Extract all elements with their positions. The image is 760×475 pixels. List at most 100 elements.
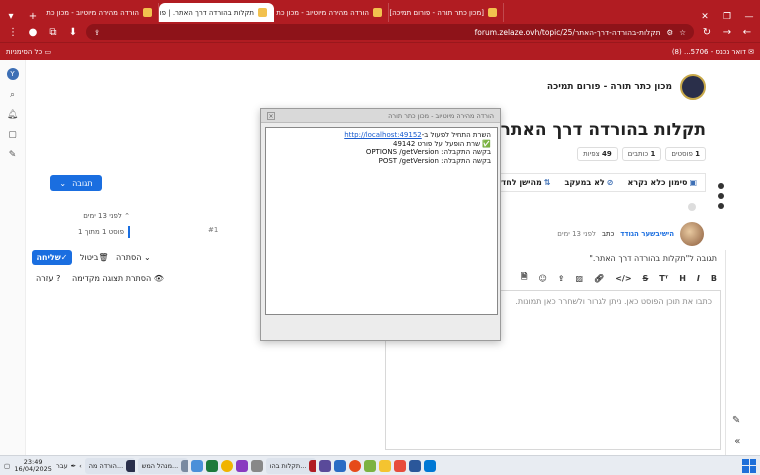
site-title[interactable]: מכון כתר תורה - פורום תמיכה (547, 82, 672, 92)
share-icon[interactable]: ⇪ (94, 28, 100, 37)
profile-icon[interactable]: ● (26, 27, 40, 38)
tab-search-icon[interactable]: ▾ (0, 11, 22, 22)
compose-icon[interactable]: ✎ (9, 150, 17, 160)
tab-label: הורדה מהירה מיוטיוב - מכון כת (46, 8, 139, 17)
chevron-down-icon: ⌄ (141, 253, 151, 262)
post-number[interactable]: #1 (208, 226, 218, 234)
back-icon[interactable]: ← (740, 27, 754, 38)
sun-icon[interactable] (220, 459, 233, 472)
droplet-icon[interactable] (235, 459, 248, 472)
edit-pen-icon[interactable]: ✎ (732, 415, 740, 426)
user-avatar[interactable]: Y (6, 68, 19, 80)
more-options-icon[interactable] (718, 183, 724, 209)
site-logo[interactable] (680, 74, 706, 100)
reader-icon[interactable] (318, 459, 331, 472)
reply-button[interactable]: תגובה ⌄ (50, 175, 102, 191)
maximize-icon[interactable]: ❐ (716, 12, 738, 22)
link-icon[interactable]: 🔗︎ (594, 274, 604, 283)
pen-icon[interactable]: ✒ (71, 462, 76, 470)
log-line: ✅ שרת הופעל על פורט 49142 (393, 139, 491, 148)
folder-icon: ▭ (42, 47, 52, 56)
expand-icon[interactable]: » (732, 436, 740, 447)
windows-taskbar: ▢ 23:49 16/04/2025 עבר ✒ ‹ הורדה מה... מ… (0, 455, 760, 475)
bold-icon[interactable]: B (711, 274, 717, 283)
code-icon[interactable]: </> (615, 274, 631, 283)
word-icon[interactable] (408, 459, 421, 472)
composer-title: תגובה ל"תקלות בהורדה דרך האתר." (589, 254, 717, 263)
media-icon[interactable] (333, 459, 346, 472)
all-bookmarks[interactable]: ▭ כל הסימניות (6, 48, 51, 56)
tab-youtube-download-2[interactable]: הורדה מהירה מיוטיוב - מכון כת × (274, 3, 389, 22)
hide-composer-button[interactable]: ⌄ הסתרה (116, 253, 151, 262)
show-desktop-icon[interactable]: ▢ (4, 462, 10, 470)
site-info-icon[interactable]: ⚙ (667, 28, 674, 37)
italic-icon[interactable]: I (697, 274, 700, 283)
url-field[interactable]: ⇪ forum.zelaze.ovh/topic/25/תקלות-בהורדה… (86, 24, 694, 40)
taskbar-app-browser[interactable]: תקלות בהו... (265, 457, 316, 474)
post-time[interactable]: לפני 13 ימים (557, 230, 596, 238)
search-icon[interactable]: ⌕ (10, 90, 15, 100)
timeline-bar (128, 226, 131, 238)
mail-icon: ✉ (745, 47, 754, 56)
weather-icon[interactable] (190, 459, 203, 472)
attach-file-icon[interactable]: 🗎 (521, 271, 527, 285)
app-popup-window[interactable]: הורדה מהירה מיוטיוב - מכון כתר תורה × הש… (260, 108, 501, 341)
new-tab-button[interactable]: + (22, 11, 44, 22)
editor-placeholder: כתבו את תוכן הפוסט כאן. ניתן לגרור ולשחר… (515, 297, 712, 306)
mail-app-icon[interactable] (423, 459, 436, 472)
downloads-icon[interactable]: ⬇ (66, 27, 80, 38)
system-clock[interactable]: 23:49 16/04/2025 (13, 458, 53, 473)
bookmark-star-icon[interactable]: ☆ (679, 28, 686, 37)
files-icon[interactable] (378, 459, 391, 472)
notifications-icon[interactable]: 🔔︎ (7, 110, 18, 120)
tab-youtube-download-1[interactable]: הורדה מהירה מיוטיוב - מכון כת × (44, 3, 159, 22)
send-button[interactable]: ✓ שליחה (32, 250, 72, 265)
chat-icon[interactable]: ▢ (8, 130, 17, 140)
author-avatar[interactable] (680, 222, 704, 246)
emoji-icon[interactable]: ☺ (538, 274, 546, 283)
localhost-link[interactable]: http://localhost:49152 (344, 131, 422, 139)
excel-icon[interactable] (205, 459, 218, 472)
tab-forum[interactable]: [מכון כתר תורה - פורום תמיכה] (389, 3, 504, 22)
reload-icon[interactable]: ↻ (700, 27, 714, 38)
extensions-icon[interactable]: ⧉ (46, 27, 60, 38)
site-header: מכון כתר תורה - פורום תמיכה (547, 74, 706, 100)
minimize-icon[interactable]: — (738, 12, 760, 22)
close-window-icon[interactable]: ✕ (694, 12, 716, 22)
upload-icon[interactable]: ⇪ (558, 274, 565, 283)
tray-overflow-icon[interactable]: ‹ (79, 462, 82, 470)
forward-icon[interactable]: → (720, 27, 734, 38)
topic-actions: ▣סימון כלא נקרא ⊘לא במעקב ⇅מהישן לחדש (486, 173, 706, 192)
hide-preview-button[interactable]: 👁︎ הסתרת תצוגה מקדימה (72, 274, 164, 283)
archive-icon[interactable] (363, 459, 376, 472)
inbox-icon: ▣ (689, 178, 697, 187)
language-indicator[interactable]: עבר (56, 462, 68, 470)
app-red-icon[interactable] (393, 459, 406, 472)
menu-icon[interactable]: ⋮ (6, 27, 20, 38)
page-corner-icons: ✎ » (732, 415, 740, 447)
taskbar-app-manager[interactable]: מנהל המש... (137, 457, 188, 474)
chrome-icon[interactable] (348, 459, 361, 472)
taskbar-app-download[interactable]: הורדה מה... (84, 457, 135, 474)
text-size-icon[interactable]: Tᵀ (659, 274, 668, 283)
trash-icon: 🗑︎ (98, 253, 109, 262)
not-watching-button[interactable]: ⊘לא במעקב (565, 178, 614, 187)
popup-title-bar[interactable]: הורדה מהירה מיוטיוב - מכון כתר תורה × (261, 109, 500, 123)
sort-oldest-button[interactable]: ⇅מהישן לחדש (495, 178, 550, 187)
usb-icon[interactable] (250, 459, 263, 472)
help-button[interactable]: ? עזרה (36, 274, 60, 283)
start-button[interactable] (742, 458, 756, 473)
author-name[interactable]: הישיבשער הגודד (620, 230, 674, 238)
heading-icon[interactable]: H (679, 274, 686, 283)
mark-unread-button[interactable]: ▣סימון כלא נקרא (627, 178, 697, 187)
image-icon[interactable]: ▨ (575, 274, 583, 283)
cancel-button[interactable]: 🗑︎ביטול (80, 253, 108, 262)
bookmark-inbox[interactable]: ✉ דואר נכנס - 5706... (8) (672, 48, 754, 56)
site-favicon-icon (258, 8, 267, 17)
close-icon[interactable]: × (267, 111, 275, 120)
site-favicon-icon (373, 8, 382, 17)
server-log: השרת התחיל לפעול ב-http://localhost:4915… (265, 127, 498, 315)
tab-topic-active[interactable]: תקלות בהורדה דרך האתר. | פו × (159, 3, 274, 22)
strikethrough-icon[interactable]: S (643, 274, 649, 283)
post-timeline[interactable]: ⌃ לפני 13 ימים פוסט 1 מתוך 1 (78, 212, 131, 238)
